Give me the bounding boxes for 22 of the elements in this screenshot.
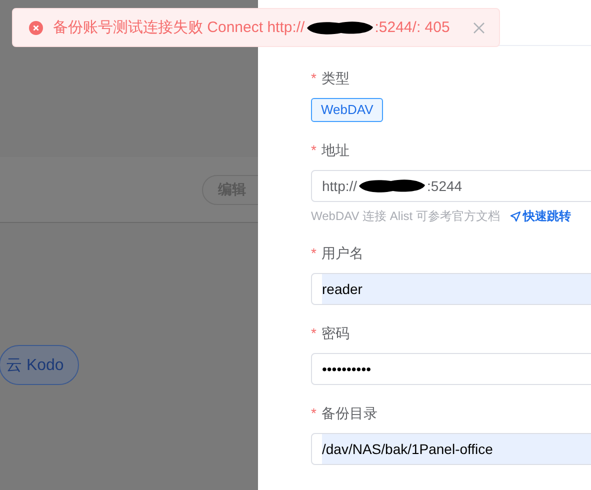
close-icon[interactable]	[473, 22, 485, 34]
field-label: 类型	[321, 69, 350, 88]
field-label: 地址	[321, 141, 350, 160]
input-field[interactable]: /dav/NAS/bak/1Panel-office	[311, 433, 591, 465]
field-label: 密码	[321, 324, 350, 343]
type-tag[interactable]: WebDAV	[311, 98, 384, 122]
required-mark: *	[311, 244, 316, 263]
field-label: 用户名	[321, 244, 364, 263]
input-field[interactable]: reader	[311, 273, 591, 305]
input-field[interactable]: http:// :5244	[311, 170, 591, 202]
help-text: WebDAV 连接 Alist 可参考官方文档	[311, 208, 500, 225]
field-label: 备份目录	[321, 404, 378, 423]
input-field[interactable]: ••••••••••	[311, 353, 591, 385]
toast-message: 备份账号测试连接失败 Connect http://	[53, 18, 305, 37]
send-icon	[510, 211, 521, 222]
jump-link[interactable]: 快速跳转	[510, 208, 571, 225]
error-icon	[29, 20, 43, 34]
required-mark: *	[311, 404, 316, 423]
required-mark: *	[311, 324, 316, 343]
required-mark: *	[311, 141, 316, 160]
toast-message: :5244/: 405	[374, 19, 450, 36]
required-mark: *	[311, 69, 316, 88]
